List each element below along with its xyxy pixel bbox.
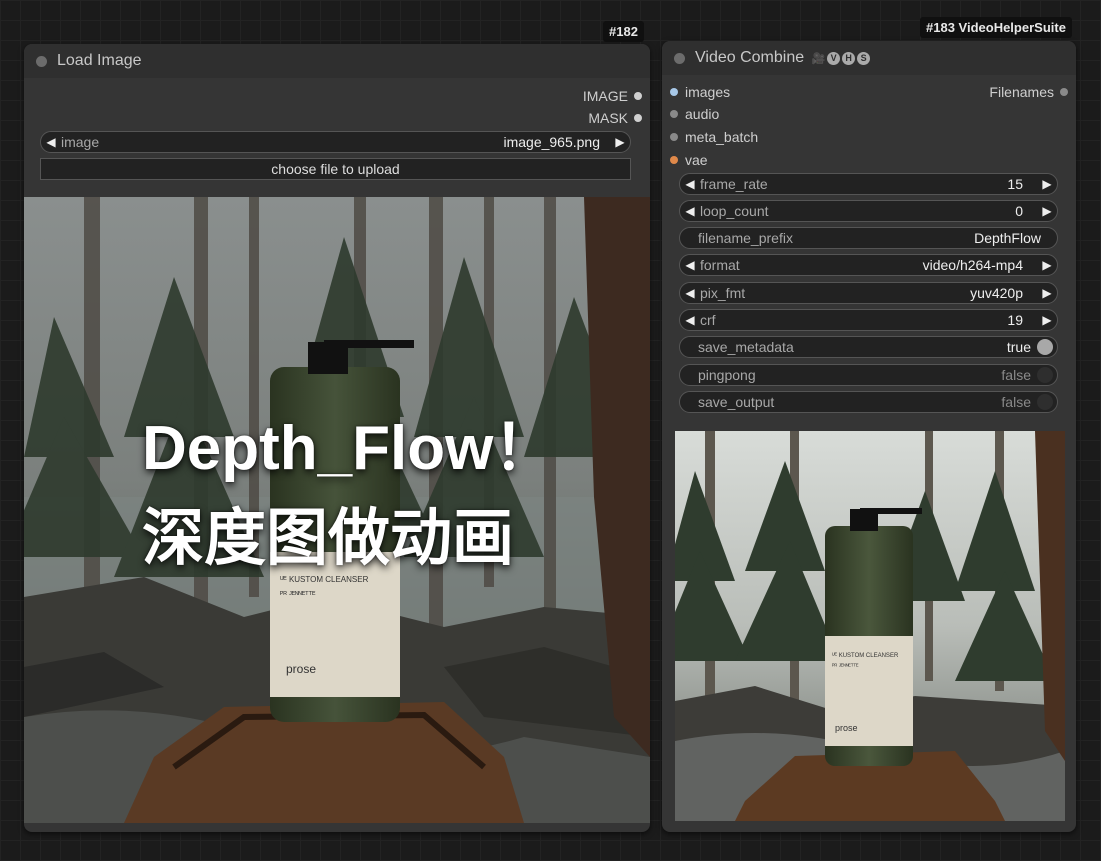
badge-s-icon: S [857,51,871,65]
arrow-left-icon[interactable]: ◀ [41,135,61,149]
node-header[interactable]: Load Image [24,44,650,78]
arrow-right-icon[interactable]: ▶ [610,135,630,149]
output-dot-icon[interactable] [634,114,642,122]
widget-pix-fmt[interactable]: ◀ pix_fmt yuv420p ▶ [679,282,1058,304]
arrow-right-icon[interactable]: ▶ [1037,286,1057,300]
widget-value: DepthFlow [974,230,1041,246]
collapse-dot-icon[interactable] [36,55,47,67]
widget-label: save_output [698,394,775,410]
output-slot-mask[interactable]: MASK [588,110,642,126]
collapse-dot-icon[interactable] [674,52,685,64]
widget-label: frame_rate [700,176,768,192]
arrow-right-icon[interactable]: ▶ [1037,177,1057,191]
output-label: IMAGE [582,88,628,104]
input-dot-icon[interactable] [670,133,678,141]
toggle-on-icon[interactable] [1037,339,1053,355]
widget-label: image [61,134,100,150]
bottle-label-line2: ᴾᴿ ᴶᴱᴺᴺᴱᵀᵀᴱ [832,664,859,670]
arrow-right-icon[interactable]: ▶ [1037,313,1057,327]
output-label: Filenames [989,84,1054,100]
header-badges: 🎥 V H S [811,51,871,65]
widget-label: pingpong [698,367,756,383]
arrow-left-icon[interactable]: ◀ [680,204,700,218]
toggle-off-icon[interactable] [1037,367,1053,383]
widget-value: false [1001,367,1031,383]
badge-h-icon: H [842,51,856,65]
widget-label: pix_fmt [700,285,746,301]
widget-value: video/h264-mp4 [922,257,1023,273]
output-label: MASK [588,110,628,126]
overlay-title: Depth_Flow！ [142,414,556,483]
input-slot-images[interactable]: images [670,84,730,100]
arrow-right-icon[interactable]: ▶ [1037,258,1057,272]
node-title: Video Combine [695,49,805,66]
bottle-label-line1: ᵁᴱ KUSTOM CLEANSER [832,653,899,659]
widget-filename-prefix[interactable]: filename_prefix DepthFlow [679,227,1058,249]
widget-label: filename_prefix [698,230,793,246]
widget-value: false [1001,394,1031,410]
overlay-subtitle: 深度图做动画 [142,501,515,574]
upload-button[interactable]: choose file to upload [40,158,631,180]
node-title: Load Image [57,52,142,69]
input-dot-icon[interactable] [670,156,678,164]
camera-icon: 🎥 [811,52,826,65]
image-combo-widget[interactable]: ◀ image image_965.png ▶ [40,131,631,153]
arrow-left-icon[interactable]: ◀ [680,177,700,191]
widget-value: 0 [1015,203,1023,219]
toggle-off-icon[interactable] [1037,394,1053,410]
input-slot-audio[interactable]: audio [670,106,719,122]
bottle-brand: prose [286,662,317,676]
input-dot-icon[interactable] [670,88,678,96]
widget-loop-count[interactable]: ◀ loop_count 0 ▶ [679,200,1058,222]
input-label: vae [685,152,708,168]
input-dot-icon[interactable] [670,110,678,118]
bottle-brand: prose [835,723,858,733]
input-label: images [685,84,731,100]
widget-pingpong[interactable]: pingpong false [679,364,1058,386]
video-combine-node[interactable]: Video Combine 🎥 V H S images audio meta_… [662,41,1076,832]
input-slot-vae[interactable]: vae [670,152,708,168]
widget-label: format [700,257,740,273]
widget-frame-rate[interactable]: ◀ frame_rate 15 ▶ [679,173,1058,195]
widget-value: image_965.png [503,134,600,150]
output-slot-filenames[interactable]: Filenames [989,84,1068,100]
widget-value: 15 [1007,176,1023,192]
widget-value: true [1006,339,1031,355]
load-image-node[interactable]: Load Image IMAGE MASK ◀ image image_965.… [24,44,650,832]
input-slot-meta-batch[interactable]: meta_batch [670,129,758,145]
node-header[interactable]: Video Combine 🎥 V H S [662,41,1076,75]
video-preview[interactable]: ᵁᴱ KUSTOM CLEANSER ᴾᴿ ᴶᴱᴺᴺᴱᵀᵀᴱ prose [675,431,1065,821]
node-id-badge: #182 [603,21,644,42]
forest-scene-video [675,431,1065,821]
arrow-left-icon[interactable]: ◀ [680,258,700,272]
widget-save-metadata[interactable]: save_metadata true [679,336,1058,358]
widget-format[interactable]: ◀ format video/h264-mp4 ▶ [679,254,1058,276]
node-id-badge: #183 VideoHelperSuite [920,17,1072,38]
arrow-right-icon[interactable]: ▶ [1037,204,1057,218]
input-label: audio [685,106,720,122]
widget-label: loop_count [700,203,769,219]
widget-value: yuv420p [970,285,1023,301]
arrow-left-icon[interactable]: ◀ [680,313,700,327]
output-slot-image[interactable]: IMAGE [583,88,642,104]
widget-label: save_metadata [698,339,794,355]
output-dot-icon[interactable] [1060,88,1068,96]
widget-save-output[interactable]: save_output false [679,391,1058,413]
output-dot-icon[interactable] [634,92,642,100]
badge-v-icon: V [827,51,841,65]
widget-value: 19 [1007,312,1023,328]
widget-label: crf [700,312,716,328]
widget-crf[interactable]: ◀ crf 19 ▶ [679,309,1058,331]
arrow-left-icon[interactable]: ◀ [680,286,700,300]
bottle-label-line2: ᴾᴿ ᴶᴱᴺᴺᴱᵀᵀᴱ [280,590,316,599]
input-label: meta_batch [685,129,759,145]
image-preview: ᵁᴱ KUSTOM CLEANSER ᴾᴿ ᴶᴱᴺᴺᴱᵀᵀᴱ prose Dep… [24,197,650,823]
